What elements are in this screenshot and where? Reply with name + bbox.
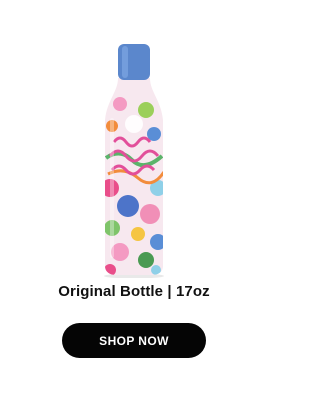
bottle-highlight	[110, 118, 114, 258]
bottle-cap-highlight	[122, 46, 128, 78]
shop-now-button[interactable]: SHOP NOW	[62, 323, 206, 358]
bottle-product-image[interactable]	[80, 38, 188, 278]
product-title: Original Bottle | 17oz	[58, 283, 210, 300]
product-card: Original Bottle | 17oz SHOP NOW	[0, 0, 268, 420]
